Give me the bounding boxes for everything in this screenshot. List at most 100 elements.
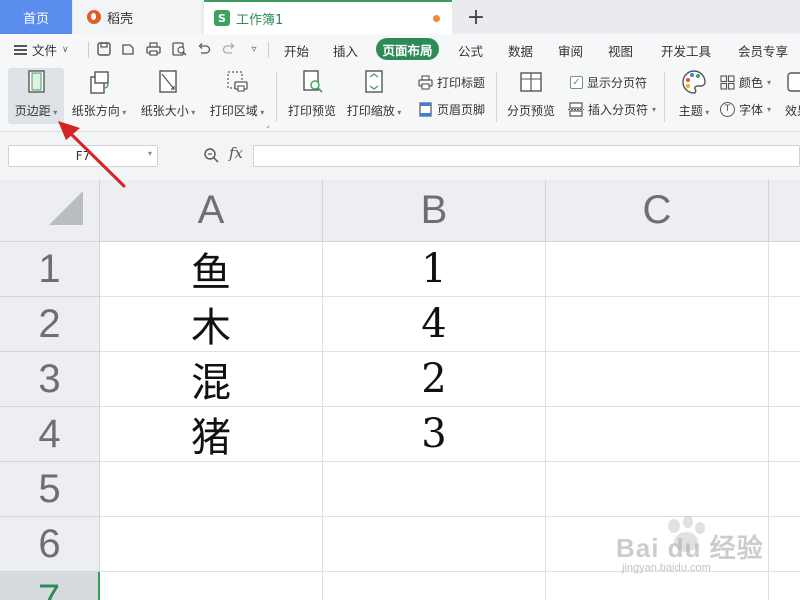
redo-icon[interactable]: [220, 40, 238, 58]
spreadsheet-icon: S: [214, 10, 230, 26]
select-all-corner[interactable]: [0, 180, 100, 242]
menu-item-start[interactable]: 开始: [284, 41, 309, 60]
cell-d6[interactable]: [769, 517, 800, 572]
column-header-a[interactable]: A: [100, 180, 323, 242]
print-scale-button[interactable]: 打印缩放 ▾: [344, 68, 404, 124]
cell-d1[interactable]: [769, 242, 800, 297]
cell-b2[interactable]: 4: [323, 297, 546, 352]
unsaved-dot-icon: [433, 15, 440, 22]
print-area-label: 打印区域: [209, 104, 258, 118]
header-footer-button[interactable]: 页眉页脚: [418, 100, 485, 118]
column-header-d[interactable]: [769, 180, 800, 242]
cell-b4[interactable]: 3: [323, 407, 546, 462]
cell-reference: F7: [75, 149, 91, 163]
paper-orientation-label: 纸张方向: [71, 104, 120, 118]
colors-label: 颜色: [739, 75, 764, 90]
chevron-down-icon[interactable]: ▾: [148, 149, 152, 158]
menu-item-review[interactable]: 审阅: [558, 41, 583, 60]
row-header-3[interactable]: 3: [0, 352, 100, 407]
cell-b5[interactable]: [323, 462, 546, 517]
colors-button[interactable]: 颜色 ▾: [720, 73, 771, 91]
tab-workbook[interactable]: S 工作簿1: [204, 0, 452, 34]
cell-b7[interactable]: [323, 572, 546, 600]
page-orientation-icon: [90, 71, 109, 94]
save-icon[interactable]: [95, 40, 113, 58]
row-header-6[interactable]: 6: [0, 517, 100, 572]
print-preview-button[interactable]: 打印预览: [284, 68, 340, 124]
dialog-launcher-icon[interactable]: ⌟: [266, 120, 270, 129]
menu-item-insert[interactable]: 插入: [333, 41, 358, 60]
cell-b6[interactable]: [323, 517, 546, 572]
menu-bar: 文件 ∨ ▿ 开始 插入 页面布局 公式 数据 审阅 视图 开发工具 会员专享: [0, 34, 800, 64]
cell-c5[interactable]: [546, 462, 769, 517]
print-titles-button[interactable]: 打印标题: [418, 73, 485, 91]
paper-orientation-button[interactable]: 纸张方向 ▾: [68, 68, 130, 124]
new-tab-button[interactable]: +: [462, 0, 490, 34]
insert-page-break-button[interactable]: 插入分页符 ▾: [568, 100, 656, 118]
column-header-c[interactable]: C: [546, 180, 769, 242]
cell-a1[interactable]: 鱼: [100, 242, 323, 297]
insert-function-button[interactable]: fx: [229, 144, 243, 162]
cell-c3[interactable]: [546, 352, 769, 407]
print-preview-icon: [303, 70, 323, 93]
cell-b3[interactable]: 2: [323, 352, 546, 407]
file-menu-button[interactable]: 文件 ∨: [14, 40, 69, 59]
row-header-7[interactable]: 7: [0, 572, 100, 600]
plus-icon: +: [466, 4, 486, 30]
cell-d5[interactable]: [769, 462, 800, 517]
cell-d4[interactable]: [769, 407, 800, 462]
cell-a6[interactable]: [100, 517, 323, 572]
print-area-button[interactable]: 打印区域 ▾: [206, 68, 268, 124]
fonts-button[interactable]: T 字体 ▾: [720, 100, 771, 118]
more-chevron-icon[interactable]: ▿: [245, 40, 263, 58]
ribbon: 页边距 ▾ 纸张方向 ▾ 纸张大小 ▾ 打印区域 ▾ ⌟ 打印预览 打印缩放 ▾…: [0, 64, 800, 132]
cell-a2[interactable]: 木: [100, 297, 323, 352]
row-header-4[interactable]: 4: [0, 407, 100, 462]
print-preview-icon[interactable]: [170, 40, 188, 58]
cell-b1[interactable]: 1: [323, 242, 546, 297]
cell-d3[interactable]: [769, 352, 800, 407]
export-icon[interactable]: [119, 40, 137, 58]
cell-d7[interactable]: [769, 572, 800, 600]
print-scale-icon: [365, 70, 383, 93]
cell-c4[interactable]: [546, 407, 769, 462]
zoom-icon[interactable]: [203, 147, 219, 163]
menu-item-formula[interactable]: 公式: [458, 41, 483, 60]
row-header-5[interactable]: 5: [0, 462, 100, 517]
menu-item-data[interactable]: 数据: [508, 41, 533, 60]
cell-a4[interactable]: 猪: [100, 407, 323, 462]
print-preview-label: 打印预览: [287, 104, 336, 118]
file-menu-label: 文件: [32, 43, 58, 58]
page-break-preview-button[interactable]: 分页预览: [503, 68, 559, 124]
cell-d2[interactable]: [769, 297, 800, 352]
divider: [88, 42, 89, 58]
paper-size-button[interactable]: 纸张大小 ▾: [137, 68, 199, 124]
formula-input[interactable]: [253, 145, 800, 167]
name-box[interactable]: F7 ▾: [8, 145, 158, 167]
effects-button[interactable]: 效果: [782, 68, 800, 124]
page-break-preview-icon: [520, 72, 542, 92]
menu-item-member[interactable]: 会员专享: [738, 41, 788, 60]
cell-a3[interactable]: 混: [100, 352, 323, 407]
insert-page-break-label: 插入分页符: [588, 102, 649, 117]
cell-a5[interactable]: [100, 462, 323, 517]
theme-label: 主题: [678, 104, 703, 118]
page-margins-button[interactable]: 页边距 ▾: [8, 68, 64, 124]
tab-home[interactable]: 首页: [0, 0, 72, 34]
column-header-b[interactable]: B: [323, 180, 546, 242]
tab-daoke[interactable]: 稻壳: [73, 0, 201, 34]
cell-a7[interactable]: [100, 572, 323, 600]
cell-c2[interactable]: [546, 297, 769, 352]
cell-c1[interactable]: [546, 242, 769, 297]
print-icon[interactable]: [144, 40, 162, 58]
menu-item-developer[interactable]: 开发工具: [661, 41, 711, 60]
colors-icon: [720, 74, 735, 90]
row-header-1[interactable]: 1: [0, 242, 100, 297]
menu-item-view[interactable]: 视图: [608, 41, 633, 60]
menu-item-page-layout[interactable]: 页面布局: [376, 38, 439, 60]
row-header-2[interactable]: 2: [0, 297, 100, 352]
select-all-triangle-icon: [49, 191, 83, 225]
undo-icon[interactable]: [195, 40, 213, 58]
theme-button[interactable]: 主题 ▾: [672, 68, 716, 124]
show-page-breaks-checkbox[interactable]: ✓ 显示分页符: [570, 73, 647, 91]
